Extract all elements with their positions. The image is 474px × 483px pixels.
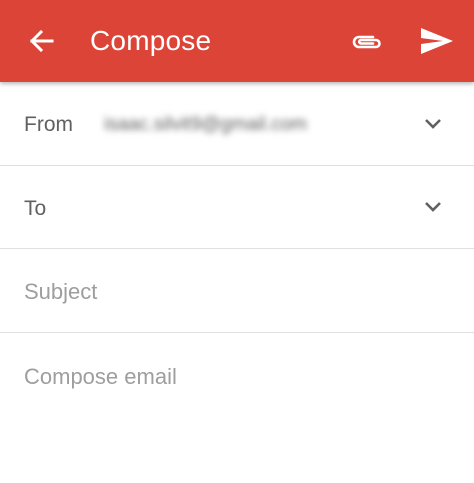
paperclip-icon (352, 35, 381, 49)
subject-field[interactable]: Subject (0, 249, 474, 333)
from-address: isaac.silvit9@gmail.com (104, 114, 308, 135)
from-expand-button[interactable] (418, 109, 448, 139)
chevron-down-icon (425, 119, 441, 129)
send-button[interactable] (414, 22, 460, 60)
to-expand-button[interactable] (418, 192, 448, 222)
compose-body-field[interactable]: Compose email (0, 333, 474, 483)
app-bar: Compose (0, 0, 474, 82)
attach-button[interactable] (346, 24, 388, 60)
from-label: From (24, 113, 73, 136)
chevron-down-icon (425, 202, 441, 212)
compose-body-placeholder: Compose email (24, 364, 177, 389)
page-title: Compose (90, 25, 212, 56)
arrow-back-icon (29, 29, 54, 53)
from-row[interactable]: From isaac.silvit9@gmail.com (0, 82, 474, 166)
send-icon (421, 28, 453, 54)
to-label: To (24, 197, 47, 220)
subject-placeholder: Subject (24, 279, 98, 304)
to-row[interactable]: To (0, 166, 474, 249)
back-button[interactable] (22, 23, 60, 59)
